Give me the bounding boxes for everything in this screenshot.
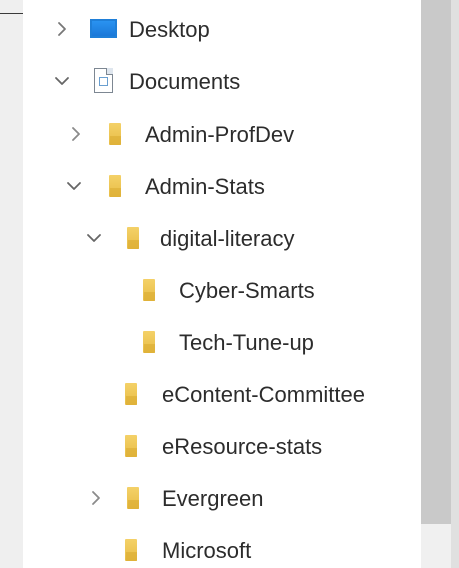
tree-item-label: Microsoft bbox=[162, 538, 252, 563]
folder-icon bbox=[125, 435, 137, 457]
desktop-icon bbox=[90, 19, 117, 38]
folder-icon bbox=[127, 227, 139, 249]
tree-item-label: Desktop bbox=[129, 17, 210, 42]
right-window-edge bbox=[451, 0, 459, 568]
window-border-line bbox=[0, 13, 23, 14]
folder-tree-panel[interactable]: Desktop Documents Admin-ProfDev Admin-St… bbox=[23, 0, 421, 568]
tree-item-admin-stats[interactable]: Admin-Stats bbox=[23, 166, 421, 206]
tree-item-econtent-committee[interactable]: eContent-Committee bbox=[23, 374, 421, 414]
tree-item-label: Cyber-Smarts bbox=[179, 278, 315, 303]
tree-item-label: eResource-stats bbox=[162, 434, 323, 459]
tree-item-label: Admin-Stats bbox=[145, 174, 265, 199]
documents-icon bbox=[94, 68, 113, 93]
tree-item-label: Evergreen bbox=[162, 486, 264, 511]
tree-item-label: Tech-Tune-up bbox=[179, 330, 314, 355]
tree-item-label: Documents bbox=[129, 69, 241, 94]
chevron-down-icon[interactable] bbox=[85, 229, 103, 247]
tree-item-label: digital-literacy bbox=[160, 226, 295, 251]
scrollbar-thumb[interactable] bbox=[421, 0, 451, 524]
tree-item-tech-tune-up[interactable]: Tech-Tune-up bbox=[23, 322, 421, 362]
left-window-gutter bbox=[0, 0, 23, 568]
file-explorer-navigation-pane: Desktop Documents Admin-ProfDev Admin-St… bbox=[0, 0, 459, 568]
tree-item-microsoft[interactable]: Microsoft bbox=[23, 530, 421, 568]
chevron-down-icon[interactable] bbox=[65, 177, 83, 195]
folder-icon bbox=[143, 331, 155, 353]
chevron-right-icon[interactable] bbox=[53, 20, 71, 38]
folder-icon bbox=[125, 383, 137, 405]
folder-icon bbox=[125, 539, 137, 561]
tree-item-admin-profdev[interactable]: Admin-ProfDev bbox=[23, 114, 421, 154]
vertical-scrollbar[interactable] bbox=[421, 0, 451, 568]
tree-item-desktop[interactable]: Desktop bbox=[23, 9, 421, 49]
tree-item-label: Admin-ProfDev bbox=[145, 122, 295, 147]
folder-icon bbox=[127, 487, 139, 509]
chevron-right-icon[interactable] bbox=[67, 125, 85, 143]
tree-item-eresource-stats[interactable]: eResource-stats bbox=[23, 426, 421, 466]
tree-item-evergreen[interactable]: Evergreen bbox=[23, 478, 421, 518]
folder-icon bbox=[143, 279, 155, 301]
tree-item-label: eContent-Committee bbox=[162, 382, 365, 407]
tree-item-documents[interactable]: Documents bbox=[23, 61, 421, 101]
folder-icon bbox=[109, 175, 121, 197]
folder-icon bbox=[109, 123, 121, 145]
tree-item-digital-literacy[interactable]: digital-literacy bbox=[23, 218, 421, 258]
chevron-down-icon[interactable] bbox=[53, 72, 71, 90]
tree-item-cyber-smarts[interactable]: Cyber-Smarts bbox=[23, 270, 421, 310]
chevron-right-icon[interactable] bbox=[87, 489, 105, 507]
